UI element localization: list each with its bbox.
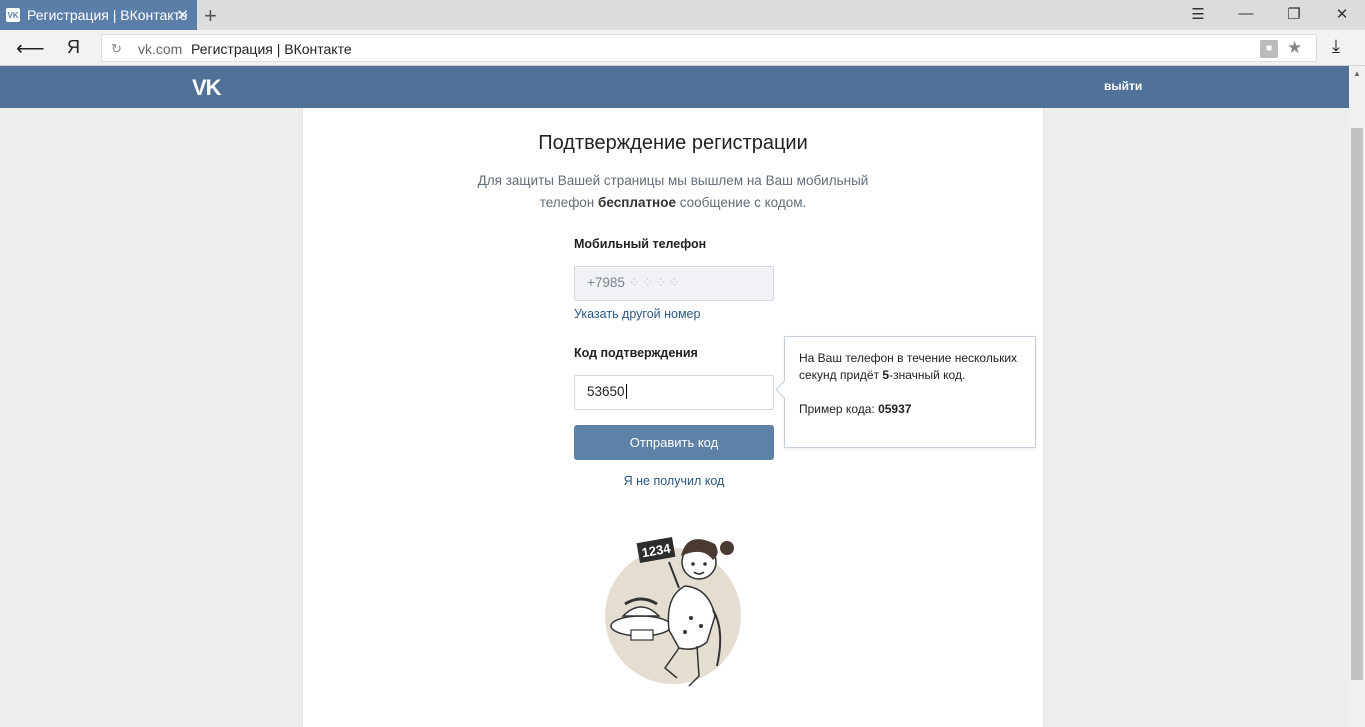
- menu-icon[interactable]: ☰: [1188, 5, 1208, 23]
- logout-link[interactable]: выйти: [1104, 79, 1142, 93]
- submit-code-button[interactable]: Отправить код: [574, 425, 774, 460]
- url-field[interactable]: ↻ vk.com Регистрация | ВКонтакте ■ ★: [101, 34, 1317, 62]
- vk-logo[interactable]: VK: [192, 75, 222, 101]
- star-icon[interactable]: ★: [1287, 38, 1302, 58]
- browser-tab-bar: VK Регистрация | ВКонтакте ✕ + ☰ — ❐ ✕: [0, 0, 1365, 30]
- description: Для защиты Вашей страницы мы вышлем на В…: [477, 173, 869, 210]
- not-received-link[interactable]: Я не получил код: [574, 474, 774, 488]
- new-tab-icon[interactable]: +: [204, 3, 217, 29]
- change-number-link[interactable]: Указать другой номер: [574, 307, 700, 321]
- minimize-icon[interactable]: —: [1236, 5, 1256, 22]
- code-hint-tooltip: На Ваш телефон в течение нескольких секу…: [784, 336, 1036, 448]
- phone-field: +7985 ⁘⁘⁘⁘: [574, 266, 774, 301]
- code-label: Код подтверждения: [574, 346, 698, 360]
- scroll-thumb[interactable]: [1351, 128, 1363, 680]
- back-arrow-icon[interactable]: ⟵: [16, 36, 45, 61]
- phone-label: Мобильный телефон: [574, 237, 707, 251]
- browser-tab[interactable]: VK Регистрация | ВКонтакте ✕: [0, 0, 197, 30]
- close-icon[interactable]: ✕: [1332, 5, 1352, 23]
- yandex-button[interactable]: Я: [67, 37, 80, 58]
- address-bar: ⟵ Я ↻ vk.com Регистрация | ВКонтакте ■ ★…: [0, 30, 1365, 66]
- vk-header: VK выйти: [0, 66, 1349, 108]
- lock-icon[interactable]: ■: [1260, 40, 1278, 58]
- page-title: Подтверждение регистрации: [538, 132, 808, 154]
- tab-close-icon[interactable]: ✕: [176, 6, 189, 24]
- tab-title: Регистрация | ВКонтакте: [27, 7, 188, 23]
- vk-favicon-icon: VK: [6, 8, 20, 22]
- tooltip-example: Пример кода: 05937: [799, 402, 912, 416]
- url-page-title: Регистрация | ВКонтакте: [191, 41, 352, 57]
- url-domain: vk.com: [138, 41, 183, 57]
- tooltip-text: На Ваш телефон в течение нескольких секу…: [799, 351, 1018, 382]
- restore-icon[interactable]: ❐: [1284, 5, 1304, 23]
- scroll-up-icon[interactable]: ▲: [1353, 69, 1361, 78]
- code-input[interactable]: 53650: [574, 375, 774, 410]
- page-scrollbar[interactable]: ▲: [1349, 66, 1365, 727]
- download-icon[interactable]: ⤓: [1332, 36, 1340, 57]
- phone-girl-illustration: 1234: [605, 537, 741, 687]
- reload-icon[interactable]: ↻: [111, 41, 122, 57]
- registration-card: Подтверждение регистрации Для защиты Ваш…: [302, 108, 1044, 727]
